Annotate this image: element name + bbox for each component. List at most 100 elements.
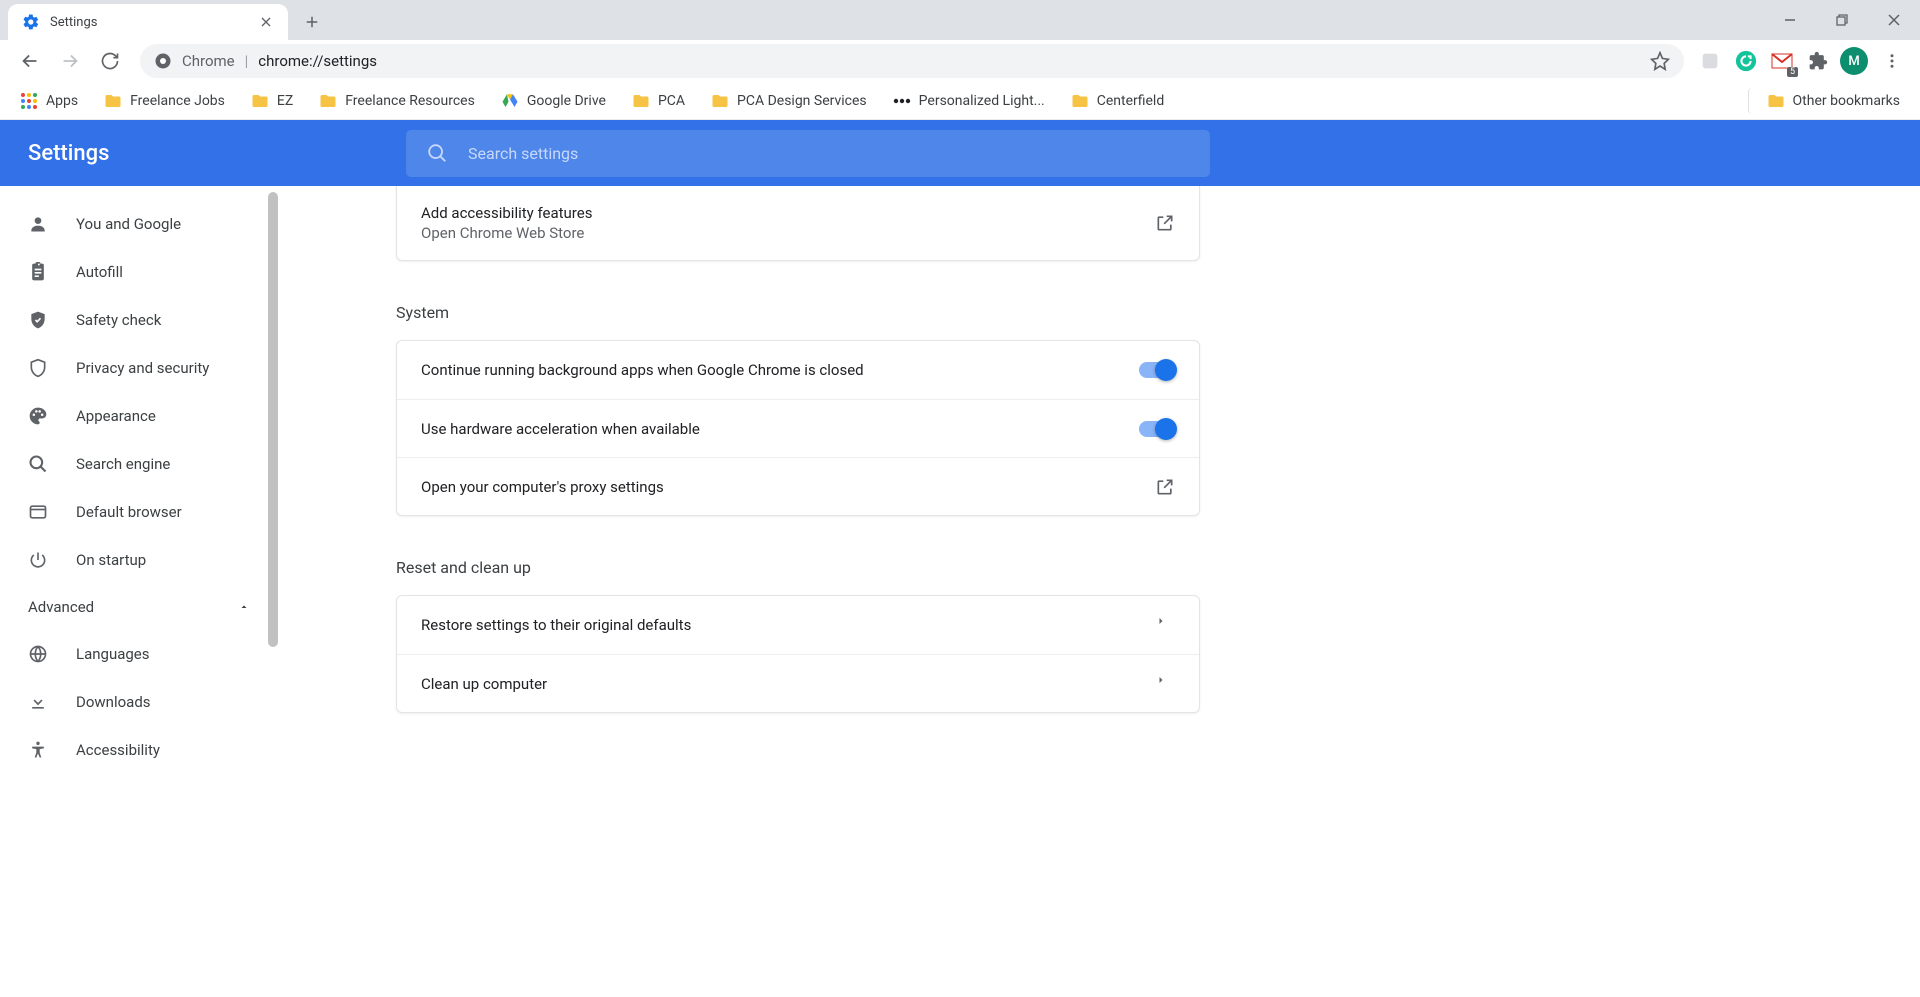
maximize-button[interactable] [1816,0,1868,40]
browser-menu-button[interactable] [1876,45,1908,77]
folder-icon [711,92,729,110]
bookmark-label: Centerfield [1097,93,1165,109]
chrome-icon [154,52,172,70]
window-controls [1764,0,1920,40]
restore-defaults-row[interactable]: Restore settings to their original defau… [397,596,1199,654]
hardware-accel-toggle[interactable] [1139,421,1175,437]
sidebar-item-search-engine[interactable]: Search engine [0,440,278,488]
extensions-button[interactable] [1804,47,1832,75]
grammarly-icon[interactable] [1732,47,1760,75]
apps-icon [20,92,38,110]
sidebar-scrollbar[interactable] [268,192,278,647]
download-icon [28,692,48,712]
bookmark-item[interactable]: Google Drive [493,88,614,114]
system-card: Continue running background apps when Go… [396,340,1200,516]
address-bar[interactable]: Chrome | chrome://settings [140,44,1684,78]
bookmark-item[interactable]: Centerfield [1063,88,1173,114]
sidebar-item-appearance[interactable]: Appearance [0,392,278,440]
search-icon [426,142,448,164]
bookmark-item[interactable]: Freelance Jobs [96,88,233,114]
bookmark-item[interactable]: PCA Design Services [703,88,875,114]
clipboard-icon [28,262,48,282]
shield-icon [28,358,48,378]
new-tab-button[interactable] [298,8,326,36]
bookmark-star-button[interactable] [1650,51,1670,71]
bookmarks-bar: Apps Freelance Jobs EZ Freelance Resourc… [0,82,1920,120]
gdrive-icon [501,92,519,110]
minimize-button[interactable] [1764,0,1816,40]
url-separator: | [245,52,249,70]
search-settings-input[interactable]: Search settings [406,130,1210,177]
forward-button[interactable] [52,43,88,79]
chevron-right-icon [1155,674,1175,694]
sidebar-item-label: Autofill [76,263,123,281]
apps-label: Apps [46,93,78,109]
sidebar-item-default-browser[interactable]: Default browser [0,488,278,536]
background-apps-row: Continue running background apps when Go… [397,341,1199,399]
sidebar-item-on-startup[interactable]: On startup [0,536,278,584]
main-content: You and Google Autofill Safety check Pri… [0,186,1920,997]
gmail-badge: 5 [1787,67,1798,77]
palette-icon [28,406,48,426]
folder-icon [319,92,337,110]
bookmark-label: PCA Design Services [737,93,867,109]
sidebar-item-label: Search engine [76,455,170,473]
bookmark-item[interactable]: EZ [243,88,301,114]
cleanup-row[interactable]: Clean up computer [397,654,1199,712]
tab-title: Settings [50,15,258,30]
folder-icon [104,92,122,110]
proxy-settings-row[interactable]: Open your computer's proxy settings [397,457,1199,515]
folder-icon [251,92,269,110]
bookmark-label: PCA [658,93,685,109]
settings-header: Settings Search settings [0,120,1920,186]
sidebar-item-label: Appearance [76,407,156,425]
folder-icon [1767,92,1785,110]
gmail-icon[interactable]: 5 [1768,47,1796,75]
other-bookmarks[interactable]: Other bookmarks [1748,88,1908,114]
sidebar-item-downloads[interactable]: Downloads [0,678,278,726]
url-text: chrome://settings [258,52,377,70]
sidebar-item-languages[interactable]: Languages [0,630,278,678]
browser-tab[interactable]: Settings [8,4,288,40]
reset-card: Restore settings to their original defau… [396,595,1200,713]
dots-icon [893,97,911,105]
gear-icon [22,13,40,31]
sidebar-item-privacy[interactable]: Privacy and security [0,344,278,392]
sidebar-advanced-toggle[interactable]: Advanced [0,584,278,630]
browser-titlebar: Settings [0,0,1920,40]
row-title: Open your computer's proxy settings [421,478,664,496]
bookmark-item[interactable]: Personalized Light... [885,89,1053,113]
page-title: Settings [28,141,406,166]
search-placeholder: Search settings [468,144,578,163]
sidebar-item-safety-check[interactable]: Safety check [0,296,278,344]
folder-icon [1071,92,1089,110]
sidebar-item-label: Accessibility [76,741,160,759]
browser-toolbar: Chrome | chrome://settings 5 M [0,40,1920,82]
sidebar-item-label: Downloads [76,693,151,711]
browser-icon [28,502,48,522]
row-title: Continue running background apps when Go… [421,361,864,379]
reset-heading: Reset and clean up [396,558,1200,577]
bookmark-item[interactable]: Freelance Resources [311,88,483,114]
back-button[interactable] [12,43,48,79]
add-accessibility-row[interactable]: Add accessibility features Open Chrome W… [397,186,1199,260]
profile-avatar[interactable]: M [1840,47,1868,75]
sidebar-item-autofill[interactable]: Autofill [0,248,278,296]
close-window-button[interactable] [1868,0,1920,40]
sidebar-item-you-and-google[interactable]: You and Google [0,200,278,248]
apps-bookmark[interactable]: Apps [12,88,86,114]
row-title: Use hardware acceleration when available [421,420,700,438]
bookmark-item[interactable]: PCA [624,88,693,114]
shield-check-icon [28,310,48,330]
url-origin: Chrome [182,52,235,70]
background-apps-toggle[interactable] [1139,362,1175,378]
folder-icon [632,92,650,110]
sidebar-item-accessibility[interactable]: Accessibility [0,726,278,774]
close-tab-button[interactable] [258,14,274,30]
row-title: Add accessibility features [421,204,592,222]
reload-button[interactable] [92,43,128,79]
open-external-icon [1155,213,1175,233]
settings-sidebar: You and Google Autofill Safety check Pri… [0,186,278,997]
extension-icon-1[interactable] [1696,47,1724,75]
chevron-right-icon [1155,615,1175,635]
